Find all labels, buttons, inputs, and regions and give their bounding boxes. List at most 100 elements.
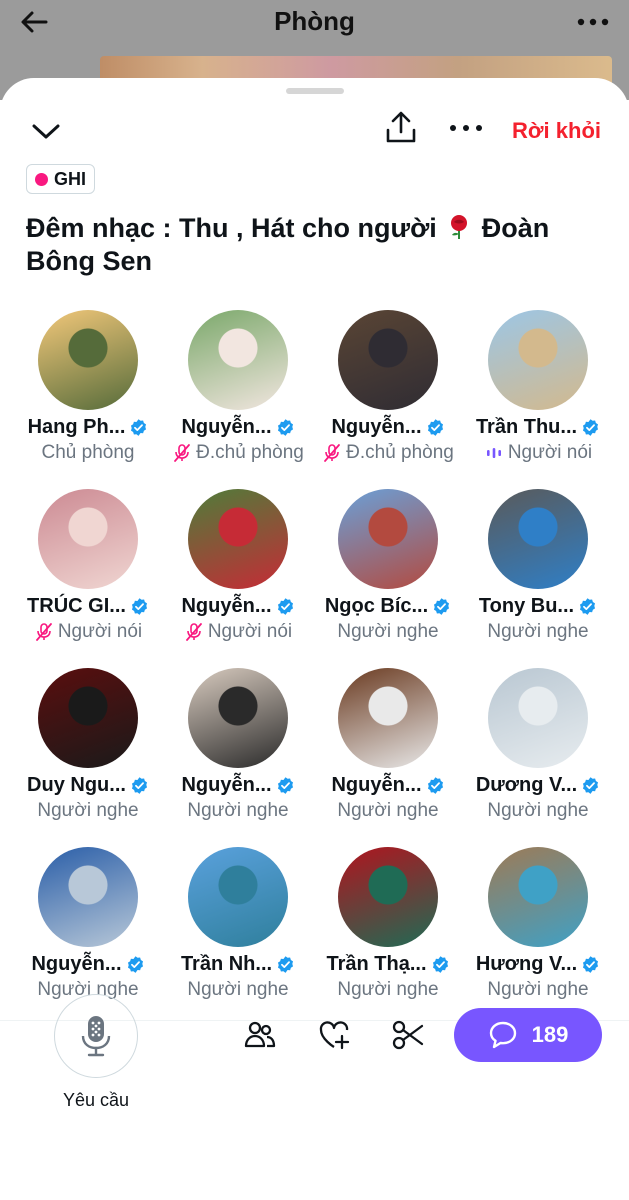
verified-badge-icon xyxy=(583,777,599,794)
muted-mic-icon xyxy=(35,623,52,641)
verified-badge-icon xyxy=(277,598,293,615)
participant-role: Người nghe xyxy=(337,979,439,1000)
request-label: Yêu cầu xyxy=(62,1090,130,1110)
participant-role: Người nghe xyxy=(487,800,589,821)
participant-name-row: Nguyễn... xyxy=(313,774,463,797)
avatar[interactable] xyxy=(488,310,588,410)
participant-name-row: Trần Thu... xyxy=(463,416,613,439)
participant-role-row: Người nghe xyxy=(463,621,613,643)
verified-badge-icon xyxy=(127,956,143,973)
verified-badge-icon xyxy=(131,419,147,436)
participant[interactable]: Trần Thu... Người nói xyxy=(463,310,613,480)
muted-mic-icon xyxy=(324,444,341,462)
share-icon[interactable] xyxy=(384,110,418,146)
participant-role-row: Người nói xyxy=(463,442,613,464)
leave-button[interactable]: Rời khỏi xyxy=(512,118,601,144)
rose-emoji-icon xyxy=(451,215,468,239)
participant[interactable]: Ngọc Bíc... Người nghe xyxy=(313,489,463,659)
participant-name: Nguyễn... xyxy=(181,595,272,617)
participant-role-row: Chủ phòng xyxy=(13,442,163,464)
participant-name: Nguyễn... xyxy=(331,416,422,438)
verified-badge-icon xyxy=(427,419,443,436)
participant-role: Người nói xyxy=(57,621,143,642)
participant[interactable]: Nguyễn... Người nói xyxy=(163,489,313,659)
heart-plus-icon[interactable] xyxy=(317,1018,351,1052)
participant-role: Người nghe xyxy=(337,621,439,642)
avatar[interactable] xyxy=(338,847,438,947)
participant-role: Đ.chủ phòng xyxy=(346,442,454,463)
participant[interactable]: Hương V... Người nghe xyxy=(463,847,613,1017)
participant-name-row: Trần Nh... xyxy=(163,953,313,976)
participant-name-row: Nguyễn... xyxy=(163,774,313,797)
participant-role: Người nghe xyxy=(187,979,289,1000)
avatar[interactable] xyxy=(188,310,288,410)
avatar[interactable] xyxy=(38,489,138,589)
participant-name: Nguyễn... xyxy=(181,416,272,438)
page-title: Phòng xyxy=(274,6,355,36)
muted-mic-icon xyxy=(174,444,191,462)
participant-name-row: Trần Thạ... xyxy=(313,953,463,976)
chat-count: 189 xyxy=(531,1022,569,1047)
participant[interactable]: Hang Ph... Chủ phòng xyxy=(13,310,163,480)
participant[interactable]: Nguyễn... Người nghe xyxy=(163,668,313,838)
participant-role: Người nghe xyxy=(37,800,139,821)
participant-role-row: Đ.chủ phòng xyxy=(313,442,463,464)
recording-badge: GHI xyxy=(26,164,96,194)
avatar[interactable] xyxy=(38,847,138,947)
participant-role-row: Người nghe xyxy=(163,979,313,1001)
participant-name: TRÚC GI... xyxy=(27,595,126,617)
participant-name-row: Hang Ph... xyxy=(13,416,163,439)
avatar[interactable] xyxy=(338,310,438,410)
participant-name: Duy Ngu... xyxy=(27,774,126,796)
microphone-icon xyxy=(81,1016,111,1057)
avatar[interactable] xyxy=(38,668,138,768)
scissors-icon[interactable] xyxy=(391,1018,425,1052)
chevron-down-icon[interactable] xyxy=(28,116,64,146)
avatar[interactable] xyxy=(188,668,288,768)
participant-name: Trần Thạ... xyxy=(326,953,427,975)
speaking-icon xyxy=(486,448,501,458)
drag-handle[interactable] xyxy=(286,88,344,94)
avatar[interactable] xyxy=(488,847,588,947)
participant[interactable]: Dương V... Người nghe xyxy=(463,668,613,838)
verified-badge-icon xyxy=(277,419,293,436)
avatar[interactable] xyxy=(188,847,288,947)
room-title-text: Đêm nhạc : Thu , Hát cho người xyxy=(26,213,437,243)
participant-name-row: Tony Bu... xyxy=(463,595,613,618)
participant-role-row: Người nghe xyxy=(313,979,463,1001)
participant[interactable]: Nguyễn... Người nghe xyxy=(313,668,463,838)
participant-role-row: Người nghe xyxy=(463,979,613,1001)
verified-badge-icon xyxy=(583,956,599,973)
participant-name: Dương V... xyxy=(475,774,578,796)
participant-role-row: Người nghe xyxy=(313,800,463,822)
participant-role-row: Người nghe xyxy=(463,800,613,822)
participant[interactable]: TRÚC GI... Người nói xyxy=(13,489,163,659)
participant-name-row: Ngọc Bíc... xyxy=(313,595,463,618)
participant[interactable]: Trần Thạ... Người nghe xyxy=(313,847,463,1017)
participant-role-row: Đ.chủ phòng xyxy=(163,442,313,464)
avatar[interactable] xyxy=(338,668,438,768)
avatar[interactable] xyxy=(338,489,438,589)
chat-button[interactable]: 189 xyxy=(454,1008,602,1062)
participant[interactable]: Nguyễn... Đ.chủ phòng xyxy=(163,310,313,480)
participant-name-row: Nguyễn... xyxy=(163,595,313,618)
more-options-icon[interactable] xyxy=(575,4,611,36)
participant[interactable]: Tony Bu... Người nghe xyxy=(463,489,613,659)
verified-badge-icon xyxy=(427,777,443,794)
people-icon[interactable] xyxy=(243,1018,277,1052)
participant[interactable]: Trần Nh... Người nghe xyxy=(163,847,313,1017)
avatar[interactable] xyxy=(488,489,588,589)
participant[interactable]: Duy Ngu... Người nghe xyxy=(13,668,163,838)
participant-role: Người nghe xyxy=(487,979,589,1000)
participant[interactable]: Nguyễn... Người nghe xyxy=(13,847,163,1017)
participant[interactable]: Nguyễn... Đ.chủ phòng xyxy=(313,310,463,480)
avatar[interactable] xyxy=(188,489,288,589)
avatar[interactable] xyxy=(488,668,588,768)
verified-badge-icon xyxy=(131,777,147,794)
room-title: Đêm nhạc : Thu , Hát cho người Đoàn Bông… xyxy=(26,212,606,278)
request-mic-button[interactable] xyxy=(54,994,138,1078)
avatar[interactable] xyxy=(38,310,138,410)
verified-badge-icon xyxy=(432,956,448,973)
more-options-icon[interactable] xyxy=(448,118,484,138)
participant-name-row: Nguyễn... xyxy=(163,416,313,439)
